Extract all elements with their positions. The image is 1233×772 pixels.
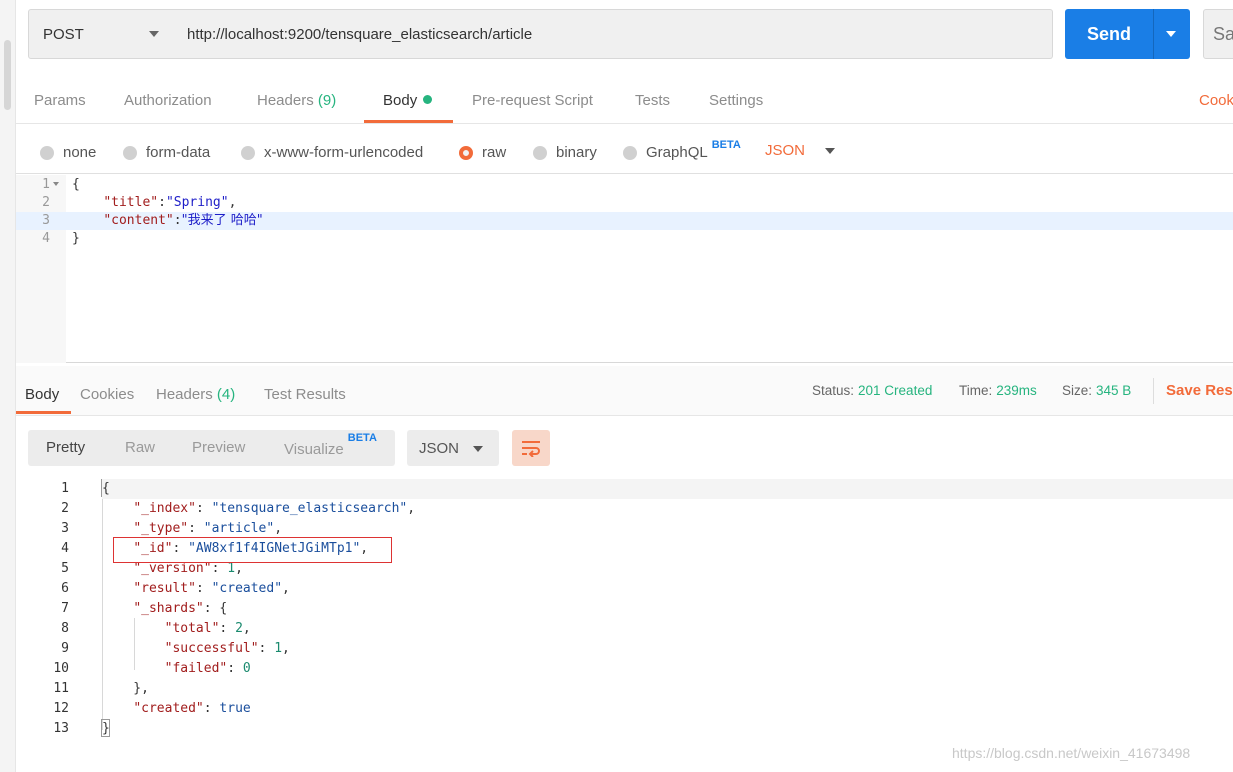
tab-settings[interactable]: Settings [709,92,763,109]
wrap-lines-button[interactable] [512,430,550,466]
send-button[interactable]: Send [1065,9,1153,59]
wrap-lines-icon [522,441,540,457]
resp-tab-cookies[interactable]: Cookies [80,386,134,403]
radio-graphql[interactable]: GraphQL BETA [623,139,741,161]
view-raw[interactable]: Raw [125,439,155,456]
divider [1153,378,1154,404]
radio-circle [123,145,137,160]
chevron-down-icon [149,31,159,37]
resp-tab-test-results[interactable]: Test Results [264,386,346,403]
radio-binary[interactable]: binary [533,144,597,161]
sidebar-scrollbar[interactable] [4,40,11,110]
left-sidebar-edge [0,0,16,772]
request-tabs: Params Authorization Headers (9) Body Pr… [16,80,1233,124]
method-select[interactable]: POST [28,9,174,59]
response-format-select[interactable]: JSON [407,430,499,466]
tab-pre-request-script[interactable]: Pre-request Script [472,92,593,109]
view-mode-group: Pretty Raw Preview VisualizeBETA [28,430,395,466]
tab-tests[interactable]: Tests [635,92,670,109]
response-line: 9 "successful": 1, [61,641,290,656]
radio-circle [40,145,54,160]
tab-headers[interactable]: Headers (9) [257,92,336,109]
view-preview[interactable]: Preview [192,439,245,456]
beta-badge: BETA [711,138,741,151]
editor-line: 1 { [42,177,80,192]
save-response-button[interactable]: Save Resp [1166,382,1233,399]
resp-tab-body[interactable]: Body [25,386,59,403]
status-readout: Status: 201 Created [812,383,933,398]
chevron-down-icon [1166,31,1176,37]
radio-urlencoded[interactable]: x-www-form-urlencoded [241,144,423,161]
chevron-down-icon [825,147,836,154]
response-line: 10 "failed": 0 [53,661,251,676]
save-button[interactable]: Sa [1203,9,1233,59]
radio-circle-selected [459,145,473,160]
tab-authorization[interactable]: Authorization [124,92,212,109]
body-format-select[interactable]: JSON [765,142,836,159]
request-body-editor[interactable]: 1 { 2 "title":"Spring", 3 "content":"我来了… [16,175,1233,363]
send-options-button[interactable] [1153,9,1190,59]
response-body-viewer: 1{ 2 "_index": "tensquare_elasticsearch"… [16,478,1233,772]
url-text: http://localhost:9200/tensquare_elastics… [187,25,533,43]
editor-line-active: 3 "content":"我来了 哈哈" [16,212,1233,230]
radio-circle [623,145,637,160]
response-line: 6 "result": "created", [61,581,290,596]
resp-tab-headers[interactable]: Headers (4) [156,386,235,403]
url-input[interactable]: http://localhost:9200/tensquare_elastics… [173,9,1053,59]
editor-line: 2 "title":"Spring", [42,195,237,210]
response-line: 7 "_shards": { [61,601,228,616]
response-tabs: Body Cookies Headers (4) Test Results St… [16,366,1233,416]
send-label: Send [1086,23,1131,44]
radio-raw[interactable]: raw [459,144,506,161]
beta-badge: BETA [347,432,377,444]
radio-circle [533,145,547,160]
view-pretty[interactable]: Pretty [46,439,85,456]
method-label: POST [43,25,84,43]
radio-form-data[interactable]: form-data [123,144,210,161]
save-label: Sa [1213,23,1233,44]
cookies-link[interactable]: Cook [1199,92,1233,109]
id-highlight-annotation [113,537,392,563]
active-tab-indicator [364,120,453,123]
tab-params[interactable]: Params [34,92,86,109]
response-line: 3 "_type": "article", [61,521,283,536]
radio-circle [241,145,255,160]
size-readout: Size: 345 B [1062,383,1132,398]
tab-body[interactable]: Body [383,92,433,109]
chevron-down-icon [473,446,483,452]
headers-count: (9) [317,92,337,109]
response-line: 2 "_index": "tensquare_elasticsearch", [61,501,416,516]
radio-none[interactable]: none [40,144,96,161]
response-line: 11 }, [53,681,149,696]
response-line: 1{ [16,479,1233,499]
fold-arrow-icon[interactable] [53,182,59,186]
modified-dot-icon [423,95,433,104]
response-line: 12 "created": true [53,701,251,716]
response-line: 13} [53,721,110,736]
time-readout: Time: 239ms [959,383,1037,398]
body-type-options: none form-data x-www-form-urlencoded raw… [16,126,1233,174]
resp-headers-count: (4) [216,386,236,403]
editor-line: 4 } [42,231,80,246]
watermark: https://blog.csdn.net/weixin_41673498 [952,745,1191,761]
view-visualize[interactable]: VisualizeBETA [284,432,377,458]
response-line: 8 "total": 2, [61,621,251,636]
active-tab-indicator [16,411,71,414]
